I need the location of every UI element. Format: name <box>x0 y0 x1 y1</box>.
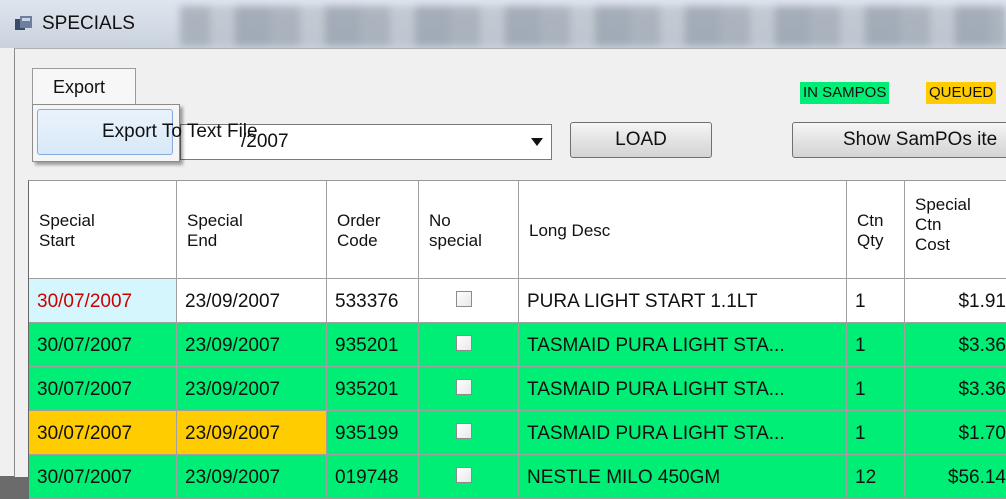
cell-no-special[interactable] <box>419 411 519 455</box>
app-icon <box>15 16 32 30</box>
cell-order-code[interactable]: 935201 <box>327 367 419 411</box>
column-header-special-start[interactable]: Special Start <box>29 181 177 279</box>
cell-special-end[interactable]: 23/09/2007 <box>177 455 327 499</box>
no-special-checkbox[interactable] <box>456 379 472 395</box>
title-bar: SPECIALS <box>0 0 1006 48</box>
cell-no-special[interactable] <box>419 367 519 411</box>
cell-special-start[interactable]: 30/07/2007 <box>29 455 177 499</box>
no-special-checkbox[interactable] <box>456 291 472 307</box>
cell-special-ctn-cost[interactable]: $1.70 <box>905 411 1006 455</box>
legend-queued: QUEUED <box>926 82 997 104</box>
no-special-checkbox[interactable] <box>456 423 472 439</box>
column-header-label: No special <box>429 211 482 250</box>
cell-special-start[interactable]: 30/07/2007 <box>29 367 177 411</box>
cell-long-desc[interactable]: PURA LIGHT START 1.1LT <box>519 279 847 323</box>
column-header-label: Order Code <box>337 211 381 250</box>
cell-ctn-qty[interactable]: 1 <box>847 323 905 367</box>
table-row[interactable]: 30/07/2007 23/09/2007 935199 TASMAID PUR… <box>29 411 1006 455</box>
show-sampos-items-button[interactable]: Show SamPOs ite <box>792 122 1006 158</box>
table-row[interactable]: 30/07/2007 23/09/2007 935201 TASMAID PUR… <box>29 367 1006 411</box>
menu-item-export-to-text-file[interactable]: Export To Text File <box>37 109 258 155</box>
cell-order-code[interactable]: 019748 <box>327 455 419 499</box>
window-title: SPECIALS <box>42 13 135 34</box>
column-header-special-ctn-cost[interactable]: Special Ctn Cost <box>905 181 1006 279</box>
column-header-long-desc[interactable]: Long Desc <box>519 181 847 279</box>
cell-long-desc[interactable]: TASMAID PURA LIGHT STA... <box>519 323 847 367</box>
specials-window: SPECIALS IN SAMPOS QUEUED /2007 LOAD Sho… <box>0 0 1006 499</box>
specials-grid[interactable]: Special Start Special End Order Code No … <box>28 180 1006 499</box>
cell-special-start[interactable]: 30/07/2007 <box>29 411 177 455</box>
cell-special-start[interactable]: 30/07/2007 <box>29 323 177 367</box>
export-dropdown-menu: Export To Text File <box>32 104 258 162</box>
column-header-label: Ctn Qty <box>857 211 884 250</box>
cell-ctn-qty[interactable]: 1 <box>847 411 905 455</box>
cell-special-end[interactable]: 23/09/2007 <box>177 323 327 367</box>
cell-special-ctn-cost[interactable]: $56.14 <box>905 455 1006 499</box>
column-header-label: Special End <box>187 211 243 250</box>
table-row[interactable]: 30/07/2007 23/09/2007 935201 TASMAID PUR… <box>29 323 1006 367</box>
cell-ctn-qty[interactable]: 1 <box>847 279 905 323</box>
cell-ctn-qty[interactable]: 12 <box>847 455 905 499</box>
table-row[interactable]: 30/07/2007 23/09/2007 019748 NESTLE MILO… <box>29 455 1006 499</box>
legend-in-sampos: IN SAMPOS <box>800 82 890 104</box>
cell-order-code[interactable]: 935199 <box>327 411 419 455</box>
cell-no-special[interactable] <box>419 279 519 323</box>
cell-long-desc[interactable]: NESTLE MILO 450GM <box>519 455 847 499</box>
cell-special-end[interactable]: 23/09/2007 <box>177 367 327 411</box>
cell-ctn-qty[interactable]: 1 <box>847 367 905 411</box>
cell-special-ctn-cost[interactable]: $1.91 <box>905 279 1006 323</box>
column-header-order-code[interactable]: Order Code <box>327 181 419 279</box>
cell-special-end[interactable]: 23/09/2007 <box>177 411 327 455</box>
blurred-background <box>180 6 1006 46</box>
load-button[interactable]: LOAD <box>570 122 712 158</box>
cell-special-start[interactable]: 30/07/2007 <box>29 279 177 323</box>
menu-export[interactable]: Export <box>32 68 136 104</box>
cell-special-ctn-cost[interactable]: $3.36 <box>905 323 1006 367</box>
no-special-checkbox[interactable] <box>456 467 472 483</box>
column-header-label: Special Start <box>39 211 95 250</box>
grid-header-row: Special Start Special End Order Code No … <box>29 181 1006 279</box>
cell-no-special[interactable] <box>419 455 519 499</box>
column-header-special-end[interactable]: Special End <box>177 181 327 279</box>
table-row[interactable]: 30/07/2007 23/09/2007 533376 PURA LIGHT … <box>29 279 1006 323</box>
cell-special-end[interactable]: 23/09/2007 <box>177 279 327 323</box>
column-header-label: Special Ctn Cost <box>915 195 971 254</box>
column-header-label: Long Desc <box>529 221 611 240</box>
cell-order-code[interactable]: 533376 <box>327 279 419 323</box>
cell-order-code[interactable]: 935201 <box>327 323 419 367</box>
cell-long-desc[interactable]: TASMAID PURA LIGHT STA... <box>519 367 847 411</box>
cell-special-ctn-cost[interactable]: $3.36 <box>905 367 1006 411</box>
column-header-ctn-qty[interactable]: Ctn Qty <box>847 181 905 279</box>
cell-long-desc[interactable]: TASMAID PURA LIGHT STA... <box>519 411 847 455</box>
cell-no-special[interactable] <box>419 323 519 367</box>
chevron-down-icon[interactable] <box>531 138 543 146</box>
no-special-checkbox[interactable] <box>456 335 472 351</box>
column-header-no-special[interactable]: No special <box>419 181 519 279</box>
